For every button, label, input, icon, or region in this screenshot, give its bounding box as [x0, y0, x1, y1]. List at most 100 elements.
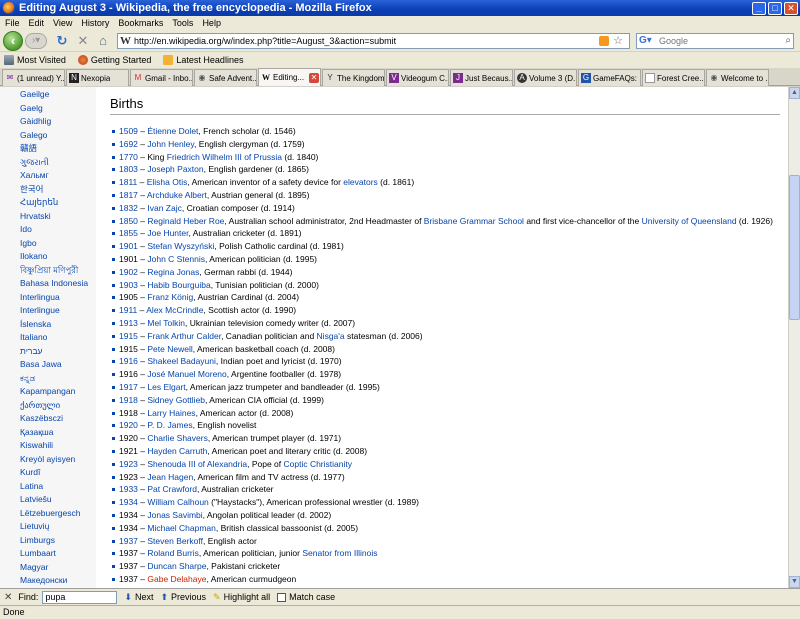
birth-year[interactable]: 1811	[119, 177, 137, 187]
language-link[interactable]: Հայերեն	[20, 196, 96, 210]
tab-welcome[interactable]: ◉ Welcome to ...	[706, 69, 769, 86]
language-link[interactable]: Lietuvių	[20, 520, 96, 534]
language-link[interactable]: Kiswahili	[20, 439, 96, 453]
birth-year[interactable]: 1920	[119, 420, 138, 430]
person-link[interactable]: Shenouda III of Alexandria	[147, 459, 247, 469]
forward-button[interactable]: ›▾	[25, 33, 47, 49]
language-link[interactable]: Қазақша	[20, 426, 96, 440]
language-link[interactable]: ქართული	[20, 399, 96, 413]
tab-editing[interactable]: W Editing... ✕	[258, 68, 321, 86]
bookmark-getting-started[interactable]: Getting Started	[77, 55, 151, 65]
person-link[interactable]: Stefan Wyszyński	[147, 241, 214, 251]
birth-year[interactable]: 1901	[119, 241, 138, 251]
person-link[interactable]: José Manuel Moreno	[147, 369, 226, 379]
search-bar[interactable]: G▾ ⌕	[636, 33, 794, 49]
birth-year[interactable]: 1923	[119, 459, 138, 469]
tab-kingdom[interactable]: YThe Kingdom...	[322, 69, 385, 86]
search-icon[interactable]: ⌕	[785, 35, 791, 46]
language-link[interactable]: 한국어	[20, 183, 96, 197]
language-link[interactable]: বিষ্ণুপ্রিয়া মণিপুরী	[20, 264, 96, 278]
language-link[interactable]: Latina	[20, 480, 96, 494]
person-link[interactable]: John C Stennis	[147, 254, 205, 264]
language-link[interactable]: Italiano	[20, 331, 96, 345]
language-link[interactable]: Galego	[20, 129, 96, 143]
language-link[interactable]: Lëtzebuergesch	[20, 507, 96, 521]
person-link[interactable]: Reginald Heber Roe	[147, 216, 224, 226]
tab-gmail[interactable]: M Gmail - Inbo...	[130, 69, 193, 86]
birth-year[interactable]: 1911	[119, 305, 137, 315]
birth-year[interactable]: 1915	[119, 331, 138, 341]
person-link[interactable]: William Calhoun	[147, 497, 208, 507]
menu-help[interactable]: Help	[199, 18, 227, 28]
url-text[interactable]: http://en.wikipedia.org/w/index.php?titl…	[134, 36, 396, 46]
person-link[interactable]: Les Elgart	[147, 382, 185, 392]
inline-link[interactable]: elevators	[343, 177, 378, 187]
find-previous-button[interactable]: ⬆ Previous	[160, 592, 206, 603]
language-link[interactable]: Македонски	[20, 574, 96, 588]
person-link[interactable]: Gabe Delahaye	[147, 574, 206, 584]
person-link[interactable]: Ivan Zajc	[147, 203, 182, 213]
menu-file[interactable]: File	[2, 18, 26, 28]
scroll-up-arrow-icon[interactable]: ▲	[789, 87, 800, 99]
tab-nexopia[interactable]: N Nexopia	[66, 69, 129, 86]
inline-link[interactable]: Nisga'a	[317, 331, 345, 341]
birth-year[interactable]: 1913	[119, 318, 138, 328]
menu-edit[interactable]: Edit	[26, 18, 51, 28]
tab-gamefaqs[interactable]: GGameFAQs: ...	[578, 69, 641, 86]
person-link[interactable]: Michael Chapman	[147, 523, 216, 533]
bookmark-star-icon[interactable]: ☆	[613, 34, 623, 47]
person-link[interactable]: Larry Haines	[147, 408, 195, 418]
person-link[interactable]: Archduke Albert	[147, 190, 207, 200]
match-case-checkbox[interactable]: Match case	[277, 592, 335, 602]
search-input[interactable]	[659, 35, 769, 47]
person-link[interactable]: Shakeel Badayuni	[147, 356, 216, 366]
person-link[interactable]: Alex McCrindle	[146, 305, 203, 315]
inline-link[interactable]: Senator from Illinois	[302, 548, 377, 558]
find-next-button[interactable]: ⬇ Next	[124, 592, 153, 603]
language-link[interactable]: Kreyòl ayisyen	[20, 453, 96, 467]
inline-link[interactable]: University of Queensland	[642, 216, 737, 226]
birth-year[interactable]: 1916	[119, 356, 138, 366]
reload-icon[interactable]: ↻	[55, 34, 69, 48]
birth-year[interactable]: 1817	[119, 190, 138, 200]
close-tab-icon[interactable]: ✕	[309, 72, 319, 83]
tab-safe-advent[interactable]: ◉ Safe Advent...	[194, 69, 257, 86]
menu-view[interactable]: View	[50, 18, 78, 28]
bookmark-most-visited[interactable]: Most Visited	[4, 55, 66, 65]
tab-volume-3[interactable]: A Volume 3 (D...	[514, 69, 577, 86]
back-button[interactable]: ‹	[3, 31, 23, 51]
person-link[interactable]: Joe Hunter	[147, 228, 188, 238]
language-link[interactable]: Basa Jawa	[20, 358, 96, 372]
person-link[interactable]: Steven Berkoff	[147, 536, 203, 546]
home-icon[interactable]: ⌂	[96, 34, 110, 48]
birth-year[interactable]: 1902	[119, 267, 138, 277]
language-link[interactable]: Bahasa Indonesia	[20, 277, 96, 291]
language-link[interactable]: Hrvatski	[20, 210, 96, 224]
birth-year[interactable]: 1937	[119, 536, 138, 546]
birth-year[interactable]: 1855	[119, 228, 138, 238]
language-link[interactable]: Interlingue	[20, 304, 96, 318]
person-link[interactable]: Charlie Shavers	[147, 433, 207, 443]
language-link[interactable]: ಕನ್ನಡ	[20, 372, 96, 386]
person-link[interactable]: Jonas Savimbi	[147, 510, 202, 520]
birth-year[interactable]: 1918	[119, 395, 138, 405]
minimize-icon[interactable]: _	[752, 1, 766, 15]
person-link[interactable]: Habib Bourguiba	[147, 280, 210, 290]
birth-year[interactable]: 1934	[119, 497, 138, 507]
maximize-icon[interactable]: □	[768, 1, 782, 15]
language-link[interactable]: 贛語	[20, 142, 96, 156]
language-link[interactable]: Ilokano	[20, 250, 96, 264]
birth-year[interactable]: 1933	[119, 484, 138, 494]
tab-yahoo-mail[interactable]: ✉ (1 unread) Y...	[2, 69, 65, 86]
language-link[interactable]: Хальмг	[20, 169, 96, 183]
birth-year[interactable]: 1832	[119, 203, 138, 213]
inline-link[interactable]: Brisbane Grammar School	[424, 216, 524, 226]
address-bar[interactable]: W http://en.wikipedia.org/w/index.php?ti…	[117, 33, 630, 49]
person-link[interactable]: Hayden Carruth	[147, 446, 207, 456]
person-link[interactable]: Joseph Paxton	[147, 164, 203, 174]
person-link[interactable]: Pete Newell	[147, 344, 192, 354]
language-link[interactable]: Limburgs	[20, 534, 96, 548]
menu-history[interactable]: History	[78, 18, 115, 28]
person-link[interactable]: Friedrich Wilhelm III of Prussia	[167, 152, 282, 162]
language-link[interactable]: Kurdî	[20, 466, 96, 480]
